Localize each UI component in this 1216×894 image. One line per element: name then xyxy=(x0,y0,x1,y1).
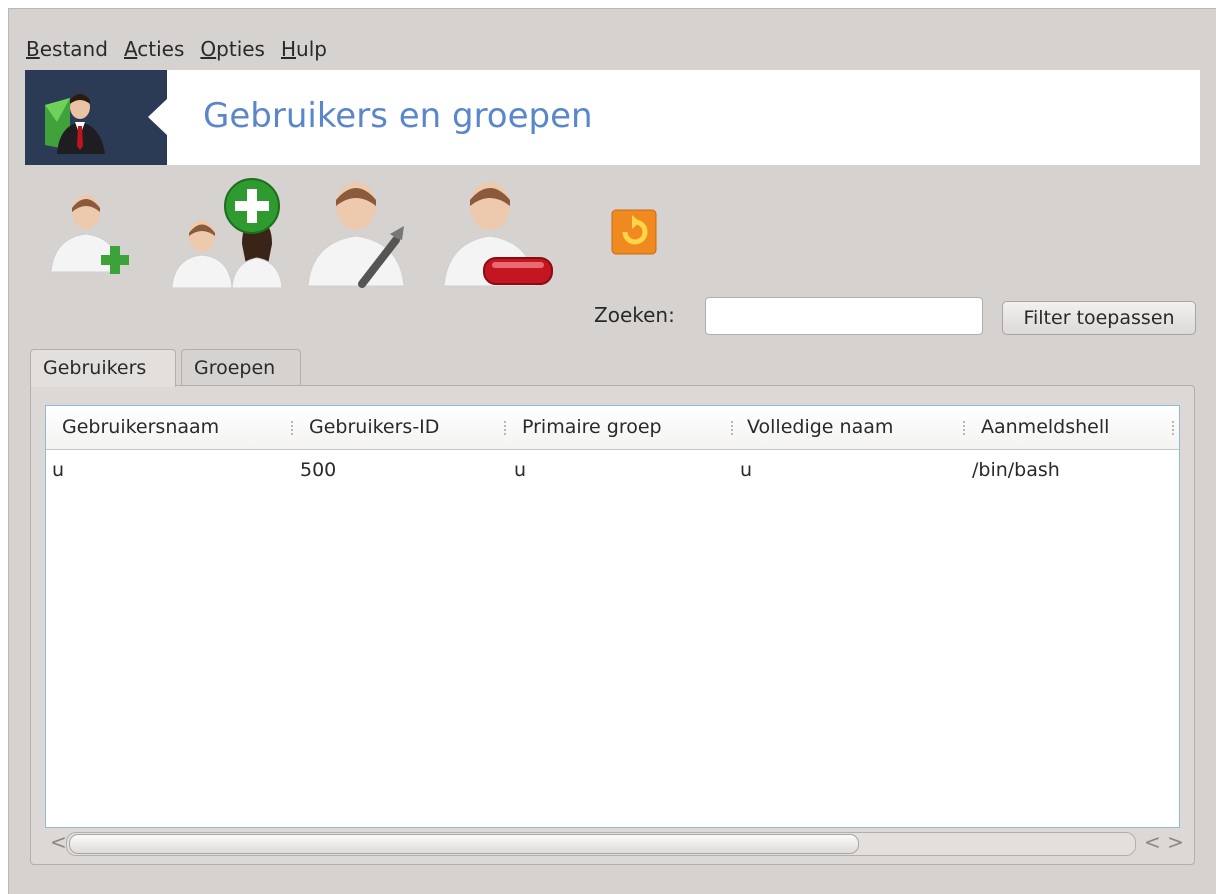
cell-user-id: 500 xyxy=(300,459,337,481)
header-banner: Gebruikers en groepen xyxy=(25,70,1200,165)
column-header-username[interactable]: Gebruikersnaam xyxy=(62,406,219,449)
cell-full-name: u xyxy=(740,459,753,481)
scroll-right-arrows[interactable]: < > xyxy=(1144,830,1184,854)
cell-primary-group: u xyxy=(514,459,527,481)
user-manager-logo-icon xyxy=(45,94,105,154)
column-separator[interactable] xyxy=(963,421,967,435)
table-row[interactable]: u 500 u u /bin/bash xyxy=(46,450,1179,488)
column-header-login-shell[interactable]: Aanmeldshell xyxy=(981,406,1109,449)
banner-notch xyxy=(148,98,168,136)
refresh-button[interactable] xyxy=(610,208,658,260)
cell-username: u xyxy=(52,459,65,481)
menu-label: estand xyxy=(39,37,108,61)
refresh-icon xyxy=(611,209,657,255)
add-user-button[interactable] xyxy=(48,190,138,290)
scroll-left-arrow[interactable]: < xyxy=(50,830,67,854)
edit-user-button[interactable] xyxy=(306,176,416,292)
page-title: Gebruikers en groepen xyxy=(203,96,593,136)
menu-hulp[interactable]: Hulp xyxy=(273,34,335,64)
banner-logo xyxy=(25,70,168,165)
menu-mnemonic: A xyxy=(123,37,138,61)
users-table: Gebruikersnaam Gebruikers-ID Primaire gr… xyxy=(45,405,1180,828)
column-separator[interactable] xyxy=(731,421,735,435)
menu-label: ulp xyxy=(296,37,327,61)
delete-user-button[interactable] xyxy=(442,176,557,292)
add-group-icon xyxy=(171,178,283,289)
column-separator[interactable] xyxy=(1172,421,1176,435)
menu-bestand[interactable]: Bestand xyxy=(24,34,116,64)
tab-users[interactable]: Gebruikers xyxy=(30,349,176,387)
tab-label: Groepen xyxy=(194,357,276,379)
menu-acties[interactable]: Acties xyxy=(116,34,192,64)
column-separator[interactable] xyxy=(291,421,295,435)
apply-filter-button[interactable]: Filter toepassen xyxy=(1002,301,1196,335)
menu-mnemonic: H xyxy=(280,37,297,61)
menu-label: cties xyxy=(137,37,185,61)
search-label: Zoeken: xyxy=(594,303,675,327)
column-header-user-id[interactable]: Gebruikers-ID xyxy=(309,406,439,449)
menu-mnemonic: B xyxy=(26,37,40,61)
menu-label: pties xyxy=(216,37,265,61)
menu-mnemonic: O xyxy=(200,37,217,61)
column-header-primary-group[interactable]: Primaire groep xyxy=(522,406,662,449)
menu-opties[interactable]: Opties xyxy=(192,34,273,64)
cell-login-shell: /bin/bash xyxy=(972,459,1060,481)
scrollbar-thumb[interactable] xyxy=(69,834,859,854)
menu-bar: Bestand Acties Opties Hulp xyxy=(24,34,335,64)
tab-label: Gebruikers xyxy=(43,357,147,379)
edit-user-icon xyxy=(307,182,405,288)
table-header: Gebruikersnaam Gebruikers-ID Primaire gr… xyxy=(46,406,1179,450)
delete-user-icon xyxy=(443,182,553,287)
column-separator[interactable] xyxy=(504,421,508,435)
add-user-icon xyxy=(50,195,129,274)
column-header-full-name[interactable]: Volledige naam xyxy=(747,406,893,449)
search-input[interactable] xyxy=(705,297,983,335)
add-group-button[interactable] xyxy=(170,178,285,292)
tab-groups[interactable]: Groepen xyxy=(181,349,301,385)
